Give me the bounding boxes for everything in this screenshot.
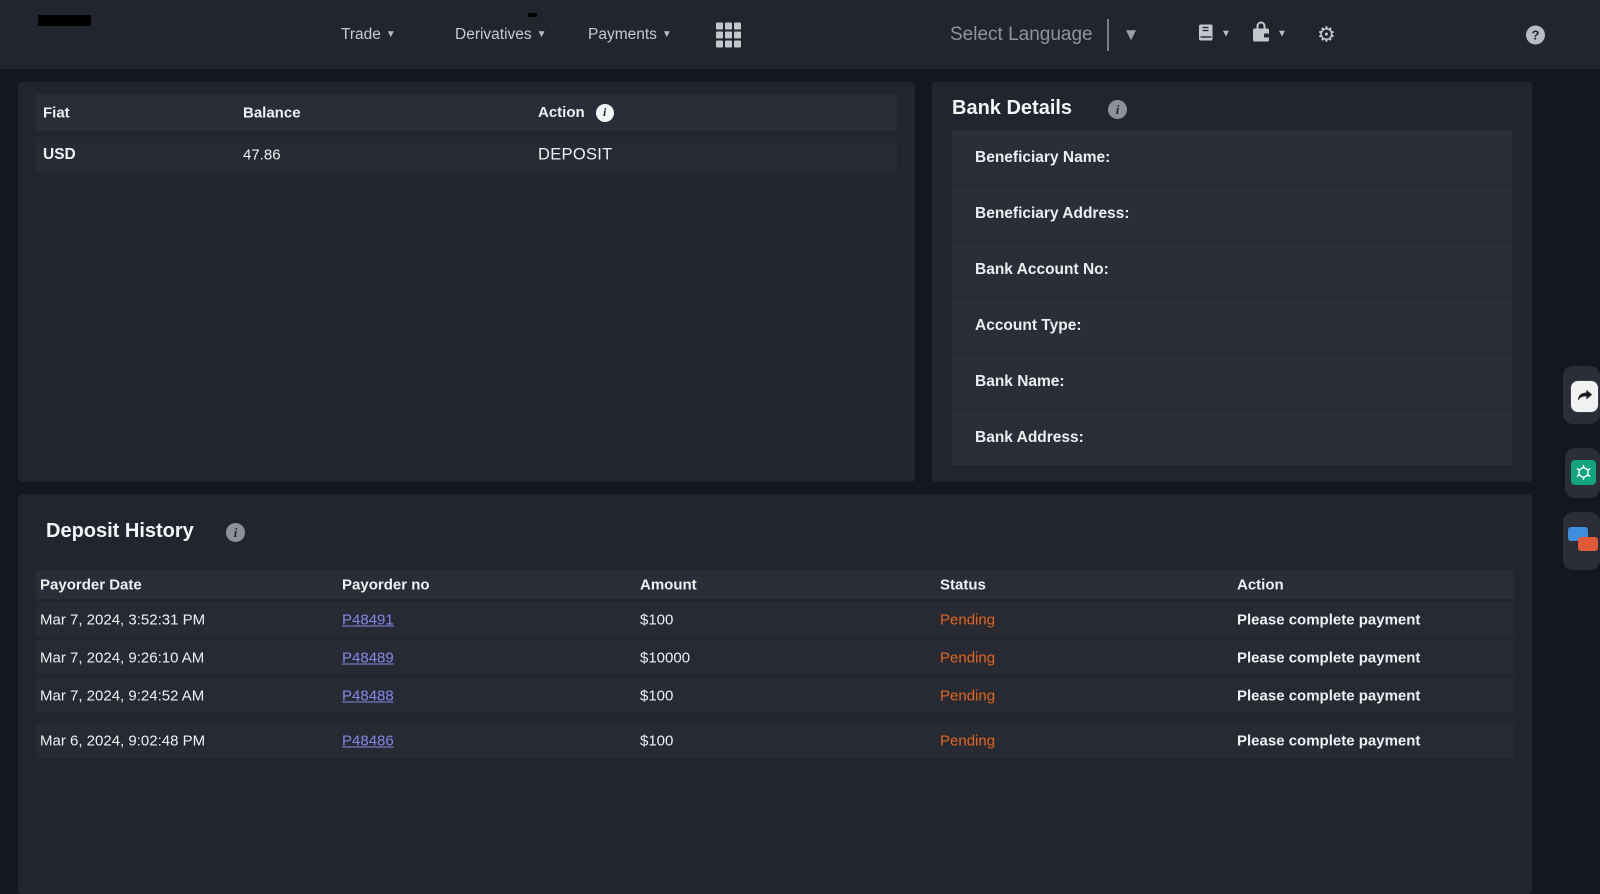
amount-value: $100 [640,732,673,749]
fiat-balance-panel: Fiat Balance Action i USD 47.86 DEPOSIT [18,82,915,482]
wallet-lock-icon [1250,20,1272,49]
bank-field-label: Bank Name: [975,373,1065,391]
amount-header: Amount [640,576,697,593]
bank-field-label: Beneficiary Name: [975,149,1110,167]
orders-book-button[interactable]: ▼ [1196,22,1231,47]
share-arrow-icon [1575,387,1594,406]
bank-details-title: Bank Details [952,97,1072,120]
amount-value: $100 [640,687,673,704]
language-selector[interactable]: Select Language ▼ [950,19,1139,51]
deposit-action-link[interactable]: DEPOSIT [538,146,613,165]
share-button[interactable] [1570,380,1599,413]
chevron-down-icon: ▼ [386,30,396,40]
bank-details-panel: Bank Details i Beneficiary Name: Benefic… [932,82,1532,482]
redacted-mark [528,13,537,17]
settings-button[interactable]: ⚙ [1317,24,1336,45]
status-header: Status [940,576,986,593]
action-column-header: Action i [538,104,614,122]
nav-menu-derivatives-label: Derivatives [455,26,532,44]
payorder-no-header: Payorder no [342,576,430,593]
amount-value: $100 [640,611,673,628]
bank-field-row: Bank Name: [952,354,1512,409]
nav-menu-payments[interactable]: Payments ▼ [588,26,672,44]
redacted-logo [38,15,91,26]
payorder-link[interactable]: P48489 [342,649,394,666]
triangle-down-icon: ▼ [1123,26,1140,43]
action-message: Please complete payment [1237,732,1420,749]
gear-icon: ⚙ [1317,24,1336,45]
help-button[interactable]: ? [1526,25,1545,44]
chatgpt-logo-icon [1575,464,1592,481]
chevron-down-icon: ▼ [1221,30,1231,40]
payorder-date: Mar 7, 2024, 9:26:10 AM [40,649,204,666]
divider [1107,19,1109,51]
payorder-date-header: Payorder Date [40,576,142,593]
status-badge: Pending [940,732,995,749]
nav-menu-trade[interactable]: Trade ▼ [341,26,396,44]
payorder-link[interactable]: P48486 [342,732,394,749]
deposit-history-row: Mar 6, 2024, 9:02:48 PM P48486 $100 Pend… [36,723,1514,758]
action-info-icon[interactable]: i [596,104,614,122]
apps-grid-icon[interactable] [716,22,741,47]
wallet-button[interactable]: ▼ [1250,20,1287,49]
fiat-balance-value: 47.86 [243,147,281,164]
bank-field-label: Bank Address: [975,429,1084,447]
deposit-history-info-icon[interactable]: i [226,523,245,542]
bank-field-label: Bank Account No: [975,261,1109,279]
deposit-history-title: Deposit History [46,520,194,543]
fiat-column-header: Fiat [43,104,70,121]
action-message: Please complete payment [1237,687,1420,704]
payorder-link[interactable]: P48488 [342,687,394,704]
payorder-date: Mar 7, 2024, 9:24:52 AM [40,687,204,704]
deposit-history-panel: Deposit History i Payorder Date Payorder… [18,494,1532,894]
status-badge: Pending [940,649,995,666]
bank-field-row: Beneficiary Name: [952,130,1512,185]
deposit-history-row: Mar 7, 2024, 9:26:10 AM P48489 $10000 Pe… [36,640,1514,675]
bank-field-row: Bank Address: [952,410,1512,465]
chat-extension-button[interactable] [1568,527,1600,559]
deposit-history-row: Mar 7, 2024, 9:24:52 AM P48488 $100 Pend… [36,678,1514,713]
help-icon: ? [1526,25,1545,44]
bank-field-label: Beneficiary Address: [975,205,1130,223]
bank-field-row: Account Type: [952,298,1512,353]
balance-column-header: Balance [243,104,301,121]
amount-value: $10000 [640,649,690,666]
nav-menu-payments-label: Payments [588,26,657,44]
fiat-table-header: Fiat Balance Action i [36,94,897,131]
top-navbar: Trade ▼ Derivatives ▼ Payments ▼ Select … [0,0,1600,69]
bank-field-row: Bank Account No: [952,242,1512,297]
action-message: Please complete payment [1237,611,1420,628]
chat-bubble-red-icon [1578,537,1598,551]
action-header: Action [1237,576,1284,593]
chevron-down-icon: ▼ [537,30,547,40]
language-selector-label: Select Language [950,24,1093,46]
bank-field-row: Beneficiary Address: [952,186,1512,241]
deposit-history-row: Mar 7, 2024, 3:52:31 PM P48491 $100 Pend… [36,602,1514,637]
payorder-link[interactable]: P48491 [342,611,394,628]
action-message: Please complete payment [1237,649,1420,666]
orders-book-icon [1196,22,1216,47]
nav-menu-derivatives[interactable]: Derivatives ▼ [455,26,547,44]
deposit-history-header: Payorder Date Payorder no Amount Status … [36,570,1514,599]
fiat-table-row: USD 47.86 DEPOSIT [36,137,897,173]
payorder-date: Mar 7, 2024, 3:52:31 PM [40,611,205,628]
nav-menu-trade-label: Trade [341,26,381,44]
bank-details-info-icon[interactable]: i [1108,100,1127,119]
bank-details-fields: Beneficiary Name: Beneficiary Address: B… [952,130,1512,466]
chevron-down-icon: ▼ [1277,30,1287,40]
chatgpt-extension-button[interactable] [1571,460,1596,485]
chevron-down-icon: ▼ [662,30,672,40]
fiat-currency: USD [43,146,76,164]
bank-field-label: Account Type: [975,317,1082,335]
payorder-date: Mar 6, 2024, 9:02:48 PM [40,732,205,749]
status-badge: Pending [940,687,995,704]
status-badge: Pending [940,611,995,628]
